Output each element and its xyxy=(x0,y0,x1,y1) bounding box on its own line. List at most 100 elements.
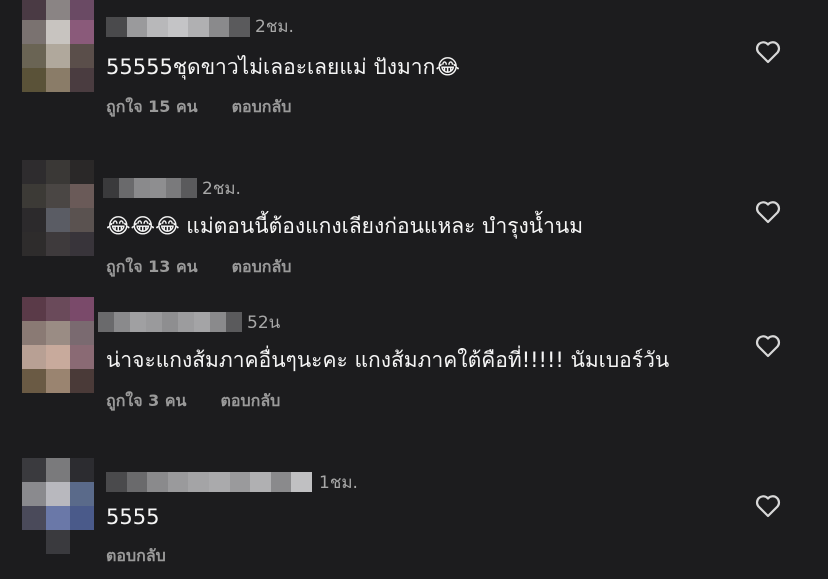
avatar[interactable] xyxy=(22,458,94,554)
username-pixel xyxy=(226,312,242,332)
avatar-pixel xyxy=(22,232,46,256)
username-pixel xyxy=(146,312,162,332)
username-blurred[interactable] xyxy=(106,472,312,492)
like-heart-icon[interactable] xyxy=(755,334,781,358)
comment-time: 2ชม. xyxy=(202,179,241,199)
comments-screen: 2ชม. 55555ชุดขาวไม่เลอะเลยแม่ ปังมาก😂 ถู… xyxy=(0,0,828,579)
username-pixel xyxy=(194,312,210,332)
username-pixel xyxy=(106,17,127,37)
comment-time: 52น xyxy=(247,313,281,333)
username-pixel xyxy=(106,472,127,492)
avatar-pixel xyxy=(70,530,94,554)
comment-time: 1ชม. xyxy=(319,473,358,493)
username-pixel xyxy=(130,312,146,332)
avatar-pixel xyxy=(46,458,70,482)
avatar-pixel xyxy=(70,44,94,68)
avatar-pixel xyxy=(22,458,46,482)
username-pixel xyxy=(126,472,148,492)
avatar-pixel xyxy=(70,369,94,393)
avatar-pixel xyxy=(70,345,94,369)
username-pixel xyxy=(181,178,197,198)
avatar-pixel xyxy=(46,232,70,256)
comment-text: 5555 xyxy=(106,505,160,529)
avatar-pixel xyxy=(70,208,94,232)
avatar-pixel xyxy=(22,369,46,393)
reply-button[interactable]: ตอบกลับ xyxy=(232,97,292,116)
likes-count[interactable]: ถูกใจ 13 คน xyxy=(106,257,198,276)
username-blurred[interactable] xyxy=(103,178,197,198)
avatar[interactable] xyxy=(22,160,94,256)
avatar-pixel xyxy=(46,44,70,68)
avatar-pixel xyxy=(22,160,46,184)
avatar-pixel xyxy=(22,506,46,530)
username-pixel xyxy=(147,17,168,37)
reply-button[interactable]: ตอบกลับ xyxy=(106,546,166,565)
avatar-pixel xyxy=(46,68,70,92)
username-pixel xyxy=(229,472,251,492)
avatar-pixel xyxy=(46,530,70,554)
username-pixel xyxy=(118,178,135,198)
avatar-pixel xyxy=(70,68,94,92)
username-blurred[interactable] xyxy=(106,17,250,37)
avatar-pixel xyxy=(22,482,46,506)
avatar-pixel xyxy=(22,20,46,44)
like-heart-icon[interactable] xyxy=(755,40,781,64)
username-pixel xyxy=(188,17,209,37)
username-blurred[interactable] xyxy=(98,312,242,332)
avatar-pixel xyxy=(22,297,46,321)
username-pixel xyxy=(98,312,114,332)
likes-count[interactable]: ถูกใจ 15 คน xyxy=(106,97,198,116)
avatar-pixel xyxy=(70,321,94,345)
like-heart-icon[interactable] xyxy=(755,200,781,224)
comment-meta: ถูกใจ 15 คน ตอบกลับ xyxy=(106,96,291,118)
likes-count[interactable]: ถูกใจ 3 คน xyxy=(106,391,186,410)
username-pixel xyxy=(162,312,178,332)
avatar-pixel xyxy=(70,297,94,321)
avatar-pixel xyxy=(70,184,94,208)
avatar-pixel xyxy=(70,160,94,184)
avatar-pixel xyxy=(70,458,94,482)
avatar-pixel xyxy=(70,20,94,44)
comment-time: 2ชม. xyxy=(255,17,294,37)
avatar-pixel xyxy=(46,208,70,232)
username-pixel xyxy=(114,312,130,332)
avatar-pixel xyxy=(46,160,70,184)
avatar[interactable] xyxy=(22,297,94,393)
username-pixel xyxy=(167,17,189,37)
username-pixel xyxy=(291,472,312,492)
avatar-pixel xyxy=(22,184,46,208)
username-pixel xyxy=(208,17,230,37)
avatar-pixel xyxy=(22,0,46,20)
avatar-pixel xyxy=(46,345,70,369)
reply-button[interactable]: ตอบกลับ xyxy=(232,257,292,276)
comment-text: 55555ชุดขาวไม่เลอะเลยแม่ ปังมาก😂 xyxy=(106,55,460,79)
avatar-pixel xyxy=(70,506,94,530)
avatar-pixel xyxy=(46,321,70,345)
username-pixel xyxy=(134,178,150,198)
username-pixel xyxy=(167,472,189,492)
username-pixel xyxy=(270,472,292,492)
username-pixel xyxy=(150,178,166,198)
username-pixel xyxy=(178,312,194,332)
reply-button[interactable]: ตอบกลับ xyxy=(220,391,280,410)
avatar-pixel xyxy=(22,321,46,345)
like-heart-icon[interactable] xyxy=(755,494,781,518)
avatar-pixel xyxy=(22,44,46,68)
avatar-pixel xyxy=(46,506,70,530)
username-pixel xyxy=(210,312,226,332)
avatar-pixel xyxy=(46,184,70,208)
comment-text: 😂😂😂 แม่ตอนนี้ต้องแกงเลียงก่อนแหละ บำรุงน… xyxy=(106,214,584,238)
comment-meta: ถูกใจ 13 คน ตอบกลับ xyxy=(106,256,291,278)
avatar-pixel xyxy=(22,530,46,554)
avatar-pixel xyxy=(70,0,94,20)
comment-meta: ถูกใจ 3 คน ตอบกลับ xyxy=(106,390,280,412)
avatar[interactable] xyxy=(22,0,94,92)
username-pixel xyxy=(209,472,230,492)
comment-text: น่าจะแกงส้มภาคอื่นๆนะคะ แกงส้มภาคใต้คือท… xyxy=(106,348,670,372)
username-pixel xyxy=(188,472,209,492)
username-pixel xyxy=(165,178,182,198)
username-pixel xyxy=(103,178,119,198)
username-pixel xyxy=(250,472,271,492)
avatar-pixel xyxy=(46,20,70,44)
username-pixel xyxy=(126,17,148,37)
